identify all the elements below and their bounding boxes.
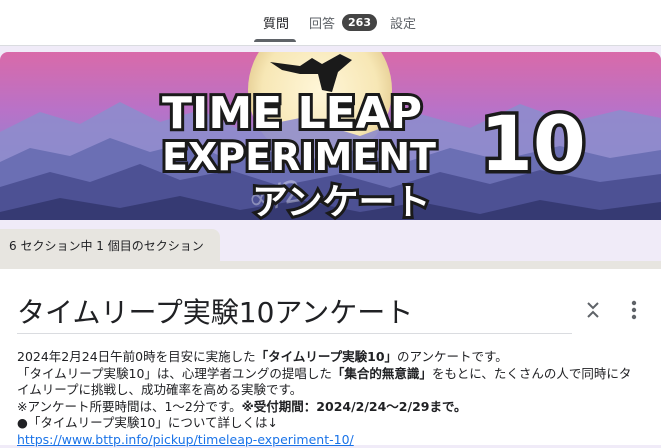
description-line: ※アンケート所要時間は、1〜2分です。※受付期間：2024/2/24〜2/29ま…: [17, 399, 657, 416]
banner-subtitle: アンケート: [252, 182, 431, 220]
active-tab-indicator: [254, 39, 296, 42]
tab-responses-label: 回答: [309, 13, 335, 32]
banner-number: 10: [480, 99, 586, 188]
responses-count-badge: 263: [342, 14, 377, 31]
collapse-icon[interactable]: [583, 299, 603, 321]
form-title[interactable]: タイムリープ実験10アンケート: [17, 291, 413, 331]
description-line: イムリープに挑戦し、成功確率を高める実験です。: [17, 382, 657, 399]
form-description[interactable]: 2024年2月24日午前0時を目安に実施した「タイムリープ実験10」のアンケート…: [17, 349, 657, 448]
banner-title-line1: TIME LEAP: [162, 88, 422, 139]
description-line: ●「タイムリープ実験10」について詳しくは↓: [17, 415, 657, 432]
more-vert-icon[interactable]: [624, 299, 644, 321]
top-tab-bar: 質問 回答 263 設定: [0, 0, 661, 46]
experiment-info-link[interactable]: https://www.bttp.info/pickup/timeleap-ex…: [17, 432, 354, 447]
section-indicator-label: 6 セクション中 1 個目のセクション: [9, 237, 204, 254]
banner-title-line2: EXPERIMENT: [162, 135, 436, 179]
tab-settings-label: 設定: [390, 13, 416, 32]
description-line: 「タイムリープ実験10」は、心理学者ユングの提唱した「集合的無意識」をもとに、た…: [17, 366, 657, 383]
tab-settings[interactable]: 設定: [390, 0, 416, 44]
tab-questions[interactable]: 質問: [263, 0, 289, 44]
section-indicator: 6 セクション中 1 個目のセクション: [0, 229, 220, 261]
description-link-line: https://www.bttp.info/pickup/timeleap-ex…: [17, 432, 657, 448]
header-banner-image: ∞/2 TIME LEAP EXPERIMENT 10 アンケート: [0, 52, 661, 220]
tab-responses[interactable]: 回答 263: [309, 0, 377, 44]
description-line: 2024年2月24日午前0時を目安に実施した「タイムリープ実験10」のアンケート…: [17, 349, 657, 366]
form-title-card: タイムリープ実験10アンケート 2024年2月24日午前0時を目安に実施した「タ…: [0, 261, 661, 445]
title-underline: [17, 333, 572, 334]
tab-questions-label: 質問: [263, 13, 289, 32]
